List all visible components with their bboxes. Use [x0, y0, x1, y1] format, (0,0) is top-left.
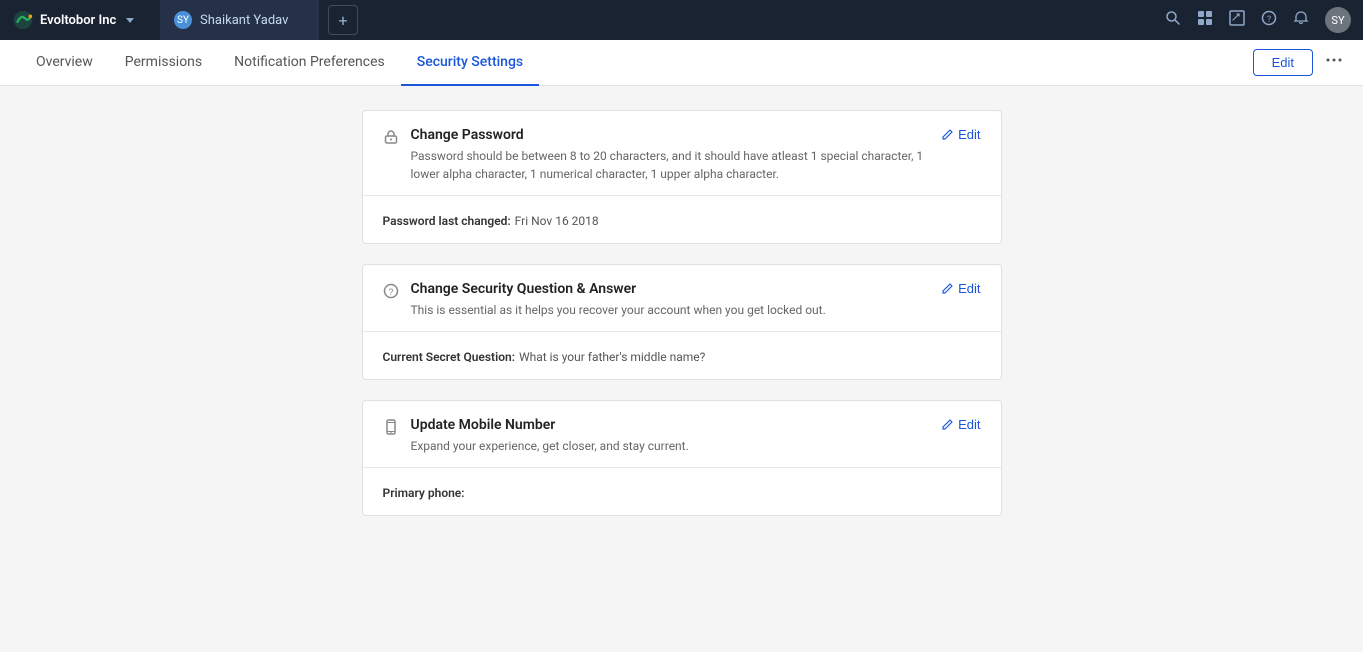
mobile-number-description: Expand your experience, get closer, and …	[411, 437, 930, 455]
header-edit-button[interactable]: Edit	[1253, 49, 1313, 76]
mobile-number-body: Primary phone:	[363, 468, 1001, 515]
mobile-number-icon	[383, 419, 399, 439]
security-question-icon: ?	[383, 283, 399, 303]
security-question-card: ? Change Security Question & Answer This…	[362, 264, 1002, 380]
main-content: Change Password Password should be betwe…	[0, 86, 1363, 652]
svg-text:?: ?	[388, 287, 393, 297]
change-password-content: Change Password Password should be betwe…	[411, 127, 930, 183]
notifications-icon[interactable]	[1293, 10, 1309, 30]
mobile-number-header: Update Mobile Number Expand your experie…	[363, 401, 1001, 468]
tab-overview[interactable]: Overview	[20, 40, 109, 86]
top-navbar: Evoltobor Inc SY Shaikant Yadav +	[0, 0, 1363, 40]
search-icon[interactable]	[1165, 10, 1181, 30]
password-last-changed-value: Fri Nov 16 2018	[515, 214, 599, 228]
change-password-title: Change Password	[411, 127, 930, 143]
current-secret-question-label: Current Secret Question:	[383, 350, 515, 364]
compose-icon[interactable]	[1229, 10, 1245, 30]
sub-navigation: Overview Permissions Notification Prefer…	[0, 40, 1363, 86]
user-tab-name: Shaikant Yadav	[200, 13, 288, 28]
current-secret-question-value: What is your father's middle name?	[519, 350, 705, 364]
svg-text:?: ?	[1267, 15, 1271, 25]
tab-permissions[interactable]: Permissions	[109, 40, 218, 86]
security-question-description: This is essential as it helps you recove…	[411, 301, 930, 319]
primary-phone-label: Primary phone:	[383, 486, 465, 500]
change-password-body: Password last changed: Fri Nov 16 2018	[363, 196, 1001, 243]
company-dropdown-icon[interactable]	[126, 18, 134, 23]
user-avatar-small: SY	[174, 11, 192, 29]
user-avatar[interactable]: SY	[1325, 7, 1351, 33]
security-question-content: Change Security Question & Answer This i…	[411, 281, 930, 319]
security-question-edit-button[interactable]: Edit	[941, 281, 980, 296]
change-password-card: Change Password Password should be betwe…	[362, 110, 1002, 244]
tab-notification-preferences[interactable]: Notification Preferences	[218, 40, 401, 86]
company-name: Evoltobor Inc	[40, 13, 116, 28]
add-tab-button[interactable]: +	[328, 5, 358, 35]
password-icon	[383, 129, 399, 149]
mobile-number-content: Update Mobile Number Expand your experie…	[411, 417, 930, 455]
security-question-title: Change Security Question & Answer	[411, 281, 930, 297]
change-password-description: Password should be between 8 to 20 chara…	[411, 147, 930, 183]
navbar-actions: ? SY	[1165, 7, 1351, 33]
help-icon[interactable]: ?	[1261, 10, 1277, 30]
security-question-body: Current Secret Question: What is your fa…	[363, 332, 1001, 379]
user-tab[interactable]: SY Shaikant Yadav	[160, 0, 320, 40]
mobile-number-title: Update Mobile Number	[411, 417, 930, 433]
mobile-number-edit-button[interactable]: Edit	[941, 417, 980, 432]
password-last-changed-label: Password last changed:	[383, 214, 511, 228]
security-question-header: ? Change Security Question & Answer This…	[363, 265, 1001, 332]
more-options-button[interactable]	[1325, 51, 1343, 74]
mobile-number-card: Update Mobile Number Expand your experie…	[362, 400, 1002, 516]
tab-security-settings[interactable]: Security Settings	[401, 40, 539, 86]
change-password-edit-button[interactable]: Edit	[941, 127, 980, 142]
modules-icon[interactable]	[1197, 10, 1213, 30]
logo-area[interactable]: Evoltobor Inc	[12, 9, 152, 31]
change-password-header: Change Password Password should be betwe…	[363, 111, 1001, 196]
